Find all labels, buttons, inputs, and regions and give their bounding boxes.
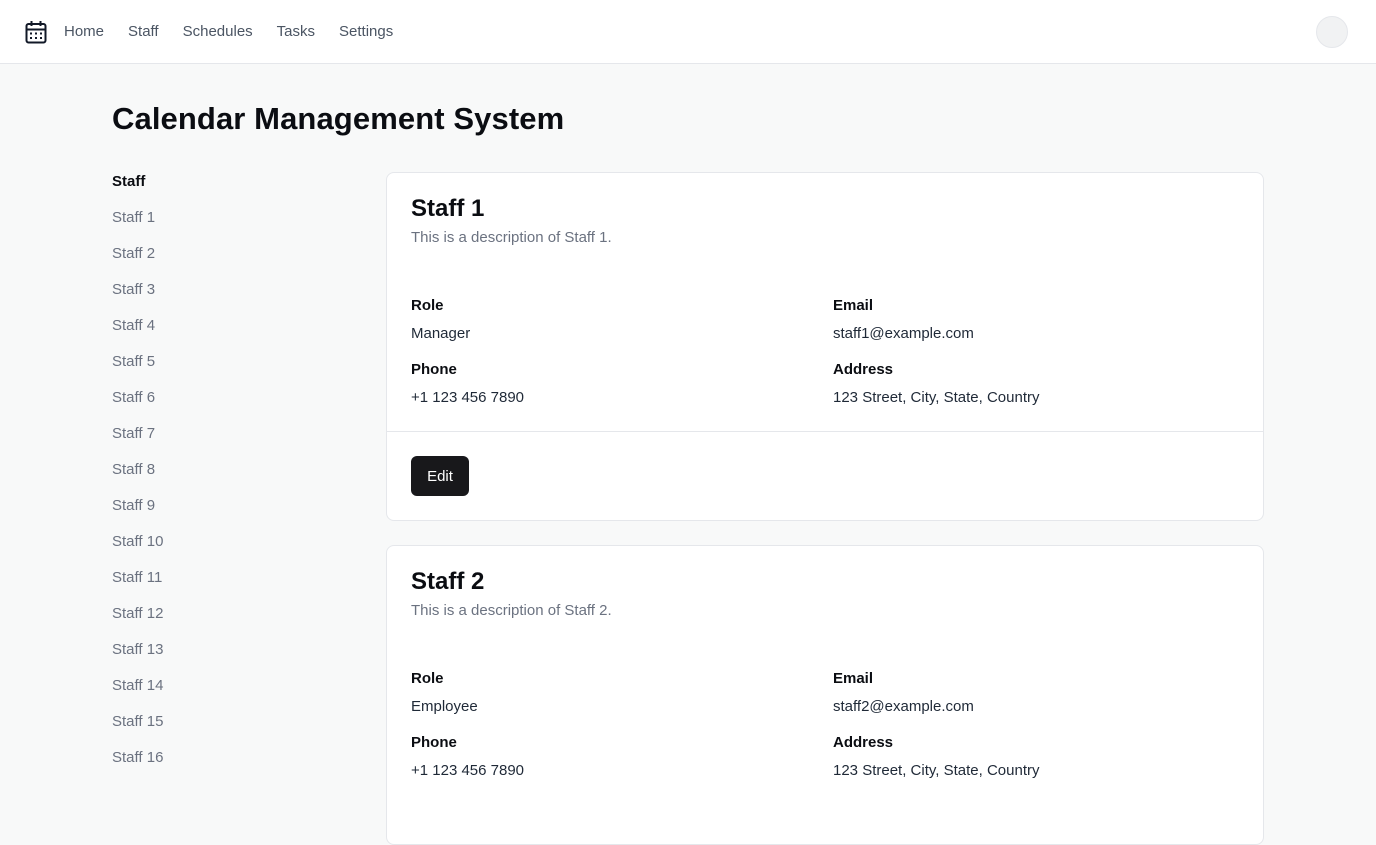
email-label: Email xyxy=(833,297,874,314)
role-label: Role xyxy=(411,297,444,314)
role-value: Manager xyxy=(411,325,471,342)
sidebar-item-staff-4[interactable]: Staff 4 xyxy=(112,302,312,338)
email-value: staff1@example.com xyxy=(833,325,974,342)
address-label: Address xyxy=(833,734,894,751)
nav-tasks-link[interactable]: Tasks xyxy=(277,0,315,64)
sidebar-item-staff-13[interactable]: Staff 13 xyxy=(112,626,312,662)
sidebar-item-staff-16[interactable]: Staff 16 xyxy=(112,734,312,770)
page-title: Calendar Management System xyxy=(112,101,565,136)
role-value: Employee xyxy=(411,698,478,715)
phone-value: +1 123 456 7890 xyxy=(411,389,525,406)
sidebar-heading: Staff xyxy=(112,173,146,190)
phone-label: Phone xyxy=(411,734,457,751)
phone-value: +1 123 456 7890 xyxy=(411,762,525,779)
sidebar-item-staff-2[interactable]: Staff 2 xyxy=(112,230,312,266)
user-avatar[interactable] xyxy=(1316,16,1348,48)
address-value: 123 Street, City, State, Country xyxy=(833,762,1040,779)
staff-sidebar: Staff Staff 1 Staff 2 Staff 3 Staff 4 St… xyxy=(112,170,312,770)
email-value: staff2@example.com xyxy=(833,698,974,715)
sidebar-item-staff-7[interactable]: Staff 7 xyxy=(112,410,312,446)
sidebar-item-staff-14[interactable]: Staff 14 xyxy=(112,662,312,698)
sidebar-item-staff-15[interactable]: Staff 15 xyxy=(112,698,312,734)
phone-label: Phone xyxy=(411,361,457,378)
top-navbar: Home Staff Schedules Tasks Settings xyxy=(0,0,1376,64)
sidebar-item-staff-10[interactable]: Staff 10 xyxy=(112,518,312,554)
sidebar-item-staff-8[interactable]: Staff 8 xyxy=(112,446,312,482)
sidebar-item-staff-5[interactable]: Staff 5 xyxy=(112,338,312,374)
address-label: Address xyxy=(833,361,894,378)
staff-card-title: Staff 2 xyxy=(411,568,485,595)
nav-home-link[interactable]: Home xyxy=(64,0,104,64)
calendar-icon[interactable] xyxy=(25,20,47,44)
sidebar-item-staff-12[interactable]: Staff 12 xyxy=(112,590,312,626)
address-value: 123 Street, City, State, Country xyxy=(833,389,1040,406)
edit-button[interactable]: Edit xyxy=(411,456,469,496)
role-label: Role xyxy=(411,670,444,687)
nav-settings-link[interactable]: Settings xyxy=(339,0,393,64)
nav-schedules-link[interactable]: Schedules xyxy=(183,0,253,64)
staff-card: Staff 2 This is a description of Staff 2… xyxy=(386,545,1264,845)
staff-card-description: This is a description of Staff 1. xyxy=(411,229,612,246)
nav-staff-link[interactable]: Staff xyxy=(128,0,159,64)
main-nav: Home Staff Schedules Tasks Settings xyxy=(64,0,417,64)
sidebar-item-staff-1[interactable]: Staff 1 xyxy=(112,194,312,230)
staff-card-description: This is a description of Staff 2. xyxy=(411,602,612,619)
card-divider xyxy=(387,431,1263,432)
staff-card: Staff 1 This is a description of Staff 1… xyxy=(386,172,1264,521)
sidebar-item-staff-6[interactable]: Staff 6 xyxy=(112,374,312,410)
email-label: Email xyxy=(833,670,874,687)
sidebar-item-staff-3[interactable]: Staff 3 xyxy=(112,266,312,302)
sidebar-item-staff-9[interactable]: Staff 9 xyxy=(112,482,312,518)
sidebar-item-staff-11[interactable]: Staff 11 xyxy=(112,554,312,590)
staff-card-title: Staff 1 xyxy=(411,195,485,222)
